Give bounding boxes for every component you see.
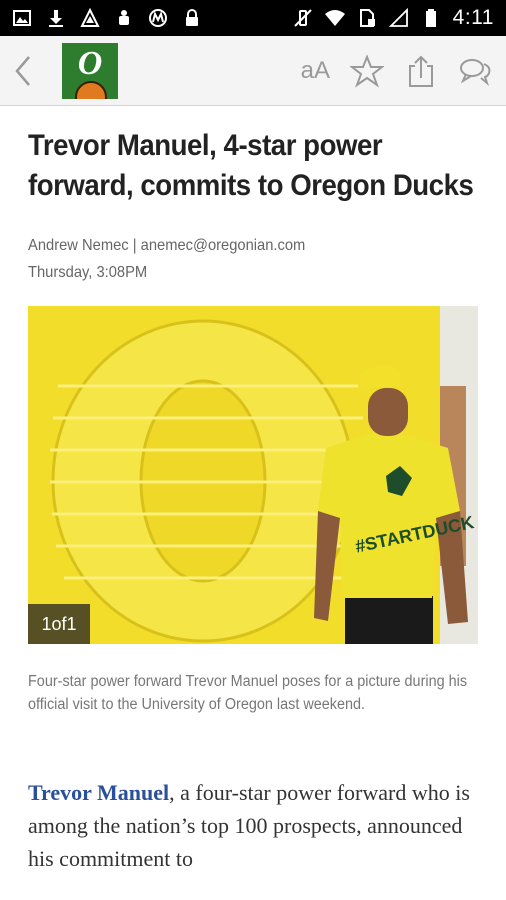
battery-icon bbox=[421, 8, 441, 28]
comments-button[interactable] bbox=[458, 51, 492, 91]
photo-caption: Four-star power forward Trevor Manuel po… bbox=[28, 673, 468, 713]
android-icon bbox=[114, 8, 134, 28]
byline: Andrew Nemec | anemec@oregonian.com Thur… bbox=[28, 232, 460, 286]
article-body: Trevor Manuel, a four-star power forward… bbox=[28, 776, 478, 875]
back-icon bbox=[15, 55, 30, 86]
status-time: 4:11 bbox=[452, 6, 494, 29]
vibrate-icon bbox=[293, 8, 313, 28]
star-icon bbox=[350, 53, 384, 88]
article-date: Thursday, 3:08PM bbox=[28, 264, 148, 281]
player-link[interactable]: Trevor Manuel bbox=[28, 780, 169, 805]
no-sim-icon bbox=[357, 8, 377, 28]
signal-icon bbox=[388, 8, 409, 28]
motorola-icon bbox=[148, 8, 168, 28]
image-icon bbox=[12, 8, 32, 28]
article: Trevor Manuel, 4-star power forward, com… bbox=[0, 106, 506, 875]
status-bar: 4:11 bbox=[0, 0, 506, 36]
font-size-label: aA bbox=[300, 56, 330, 84]
logo-icon[interactable]: O bbox=[62, 42, 118, 99]
comments-icon bbox=[460, 58, 491, 86]
font-size-button[interactable]: aA bbox=[301, 51, 330, 91]
sync-icon bbox=[80, 8, 100, 28]
wifi-icon bbox=[324, 8, 345, 28]
article-photo[interactable]: #STARTDUCK 1of1 bbox=[28, 306, 478, 644]
download-icon bbox=[46, 8, 66, 28]
back-button[interactable] bbox=[0, 36, 46, 106]
app-toolbar: O aA bbox=[0, 36, 506, 106]
photo-counter: 1of1 bbox=[28, 604, 90, 644]
share-button[interactable] bbox=[404, 51, 438, 91]
author-line[interactable]: Andrew Nemec | anemec@oregonian.com bbox=[28, 232, 460, 259]
share-icon bbox=[409, 55, 433, 87]
favorite-button[interactable] bbox=[350, 51, 384, 91]
article-headline: Trevor Manuel, 4-star power forward, com… bbox=[28, 129, 474, 202]
lock-icon bbox=[182, 8, 202, 28]
